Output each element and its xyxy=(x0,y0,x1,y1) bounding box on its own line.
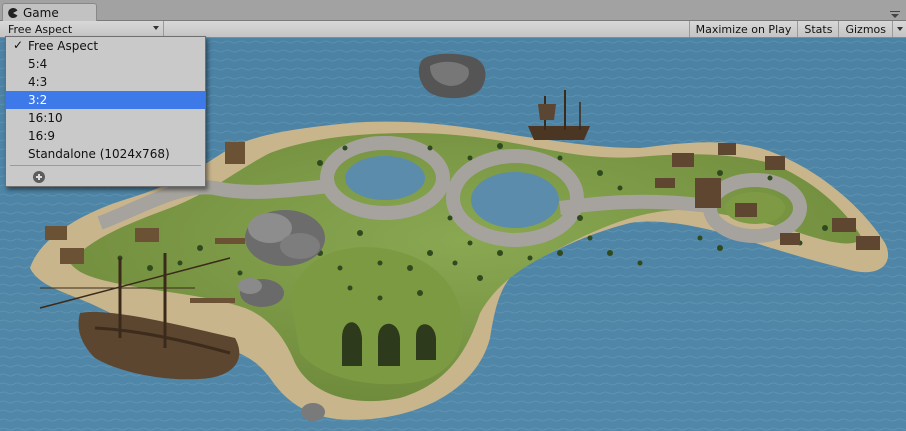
lake-left xyxy=(345,156,425,200)
chevron-down-icon xyxy=(153,26,159,30)
menu-divider xyxy=(10,165,201,166)
stats-toggle[interactable]: Stats xyxy=(797,21,838,37)
lake-right xyxy=(471,172,559,228)
gizmos-dropdown-icon[interactable] xyxy=(892,21,906,37)
gizmos-toggle[interactable]: Gizmos xyxy=(838,21,892,37)
maximize-on-play-toggle[interactable]: Maximize on Play xyxy=(688,21,798,37)
menu-item-16-9[interactable]: 16:9 xyxy=(6,127,205,145)
tab-label: Game xyxy=(23,6,59,20)
aspect-ratio-menu: ✓ Free Aspect 5:4 4:3 3:2 16:10 16:9 Sta… xyxy=(5,36,206,187)
pacman-icon xyxy=(8,8,18,18)
aspect-ratio-value: Free Aspect xyxy=(8,22,73,36)
tab-game[interactable]: Game xyxy=(2,3,97,22)
menu-item-5-4[interactable]: 5:4 xyxy=(6,55,205,73)
plus-circle-icon[interactable] xyxy=(33,171,45,183)
menu-item-16-10[interactable]: 16:10 xyxy=(6,109,205,127)
menu-item-4-3[interactable]: 4:3 xyxy=(6,73,205,91)
rock-small xyxy=(301,403,325,421)
menu-item-3-2[interactable]: 3:2 xyxy=(6,91,205,109)
tab-bar: Game xyxy=(0,0,906,22)
aspect-ratio-dropdown[interactable]: Free Aspect xyxy=(2,21,164,37)
menu-item-free-aspect[interactable]: ✓ Free Aspect xyxy=(6,37,205,55)
menu-item-standalone[interactable]: Standalone (1024x768) xyxy=(6,145,205,163)
checkmark-icon: ✓ xyxy=(13,38,24,52)
pane-options-icon[interactable] xyxy=(888,10,902,20)
